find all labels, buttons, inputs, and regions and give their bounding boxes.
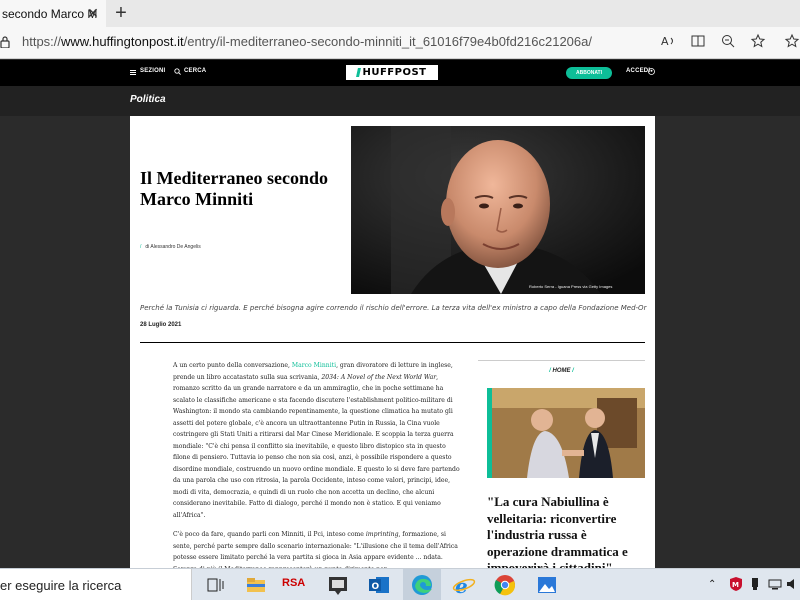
svg-text:A: A: [661, 35, 669, 48]
article-headline: Il Mediterraneo secondo Marco Minniti: [140, 168, 328, 209]
section-title[interactable]: Politica: [130, 94, 166, 105]
user-icon[interactable]: [648, 68, 655, 75]
byline: / di Alessandro De Angelis: [140, 244, 201, 250]
article-container: Il Mediterraneo secondo Marco Minniti / d…: [130, 116, 655, 568]
photos-icon[interactable]: [534, 572, 560, 598]
chrome-icon[interactable]: [492, 572, 518, 598]
login-label[interactable]: ACCEDI: [626, 68, 650, 74]
chat-app-icon[interactable]: [325, 572, 351, 598]
address-bar: https://www.huffingtonpost.it/entry/il-m…: [0, 27, 800, 59]
body-text-run: A un certo punto della conversazione,: [173, 362, 292, 369]
url-host: www.huffingtonpost.it: [61, 34, 184, 49]
search-label[interactable]: CERCA: [184, 68, 206, 74]
file-explorer-icon[interactable]: [243, 572, 269, 598]
chevron-up-icon[interactable]: ⌃: [708, 579, 716, 590]
task-view-icon[interactable]: [202, 572, 228, 598]
outlook-icon[interactable]: O: [366, 572, 392, 598]
favorites-icon[interactable]: [782, 33, 800, 53]
hero-photo: Roberto Serra - Iguana Press via Getty I…: [351, 126, 645, 294]
search-placeholder: er eseguire la ricerca: [0, 578, 122, 593]
divider: [140, 342, 645, 343]
tab-strip: secondo Marco M ✕ +: [0, 0, 800, 27]
network-icon[interactable]: [768, 578, 782, 590]
svg-text:M: M: [732, 581, 739, 589]
sidebar-divider: [478, 360, 645, 361]
portrait-image: [351, 126, 645, 294]
zoom-icon[interactable]: [718, 33, 738, 53]
lock-icon[interactable]: [0, 36, 10, 48]
section-bar: Politica: [0, 86, 800, 116]
menu-icon[interactable]: [130, 70, 136, 75]
taskbar-search[interactable]: er eseguire la ricerca: [0, 569, 192, 600]
photo-caption: Roberto Serra - Iguana Press via Getty I…: [529, 284, 613, 289]
subscribe-button[interactable]: ABBONATI: [566, 67, 612, 79]
author-link[interactable]: Marco Minniti: [292, 362, 336, 369]
url-field[interactable]: https://www.huffingtonpost.it/entry/il-m…: [22, 34, 592, 49]
svg-text:O: O: [372, 582, 380, 592]
body-paragraph: C'è poco da fare, quando parli con Minni…: [173, 529, 463, 568]
volume-icon[interactable]: [786, 577, 798, 591]
related-photo: [487, 388, 645, 478]
url-path: /entry/il-mediterraneo-secondo-minniti_i…: [183, 34, 592, 49]
add-favorite-icon[interactable]: [748, 33, 768, 53]
close-tab-icon[interactable]: ✕: [84, 4, 102, 22]
url-prefix: https://: [22, 34, 62, 49]
article-body: A un certo punto della conversazione, Ma…: [173, 360, 463, 568]
usb-icon[interactable]: [750, 577, 760, 591]
reader-view-icon[interactable]: [688, 33, 708, 53]
internet-explorer-icon[interactable]: e: [451, 572, 477, 598]
related-image-accent: [487, 388, 492, 478]
sidebar-label-text: HOME: [552, 368, 571, 374]
svg-text:e: e: [455, 574, 468, 598]
byline-slash: /: [140, 244, 142, 250]
body-text-run: C'è poco da fare, quando parli con Minni…: [173, 531, 366, 538]
huffpost-logo[interactable]: HUFFPOST: [346, 65, 438, 80]
related-article-headline[interactable]: "La cura Nabiullina è velleitaria: ricon…: [487, 494, 647, 568]
body-paragraph: A un certo punto della conversazione, Ma…: [173, 360, 463, 521]
taskbar: er eseguire la ricerca RSA O e ⌃ M: [0, 568, 800, 600]
body-emphasis: imprinting: [365, 531, 399, 538]
logo-text: HUFFPOST: [362, 67, 427, 78]
read-aloud-icon[interactable]: A: [658, 33, 678, 53]
related-sidebar: / HOME / "La cura Nabiullina è velleitar…: [478, 360, 645, 568]
sidebar-section-label[interactable]: / HOME /: [478, 368, 645, 374]
body-text-run: , romanzo scritto da un grande narratore…: [173, 373, 460, 519]
article-dek: Perché la Tunisia ci riguarda. E perché …: [140, 304, 647, 312]
new-tab-button[interactable]: +: [110, 2, 132, 24]
edge-browser-icon[interactable]: [409, 572, 435, 598]
book-title: 2034: A Novel of the Next World War: [321, 373, 437, 381]
browser-tab[interactable]: secondo Marco M ✕: [0, 0, 106, 27]
author-name[interactable]: di Alessandro De Angelis: [145, 244, 200, 250]
site-header: SEZIONI CERCA HUFFPOST ABBONATI ACCEDI: [0, 60, 800, 86]
menu-label[interactable]: SEZIONI: [140, 68, 165, 74]
related-article-image[interactable]: [487, 388, 645, 478]
rsa-app-icon[interactable]: RSA: [282, 577, 305, 589]
search-icon[interactable]: [174, 68, 181, 75]
publish-date: 28 Luglio 2021: [140, 322, 182, 328]
mcafee-icon[interactable]: M: [728, 576, 744, 592]
